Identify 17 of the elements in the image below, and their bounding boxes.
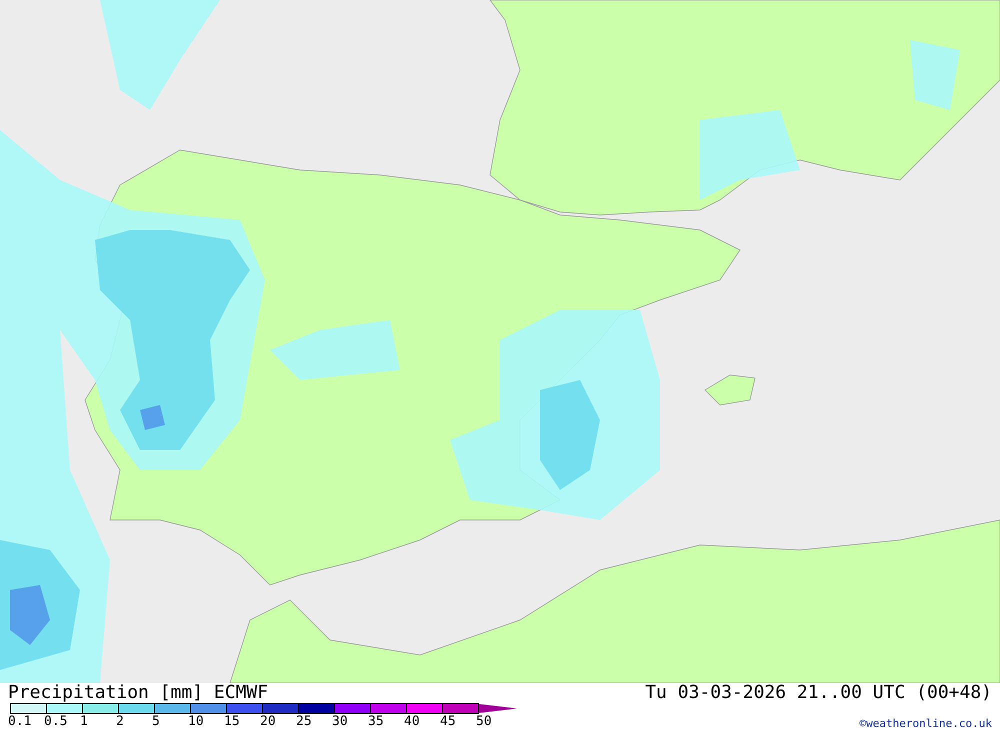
- legend-label: 30: [332, 714, 349, 729]
- legend-label: 15: [224, 714, 241, 729]
- legend-label: 10: [188, 714, 205, 729]
- legend-label: 40: [404, 714, 421, 729]
- legend-label: 50: [476, 714, 493, 729]
- valid-time: Tu 03-03-2026 21..00 UTC (00+48): [645, 683, 992, 703]
- legend-label: 35: [368, 714, 385, 729]
- map-title: Precipitation [mm] ECMWF: [8, 683, 270, 703]
- legend-label: 1: [80, 714, 89, 729]
- legend-label: 0.5: [44, 714, 68, 729]
- legend-label: 2: [116, 714, 125, 729]
- legend-label: 45: [440, 714, 457, 729]
- legend-label: 0.1: [8, 714, 32, 729]
- credit-text: ©weatheronline.co.uk: [858, 717, 992, 731]
- legend-label: 25: [296, 714, 313, 729]
- legend-label: 20: [260, 714, 277, 729]
- legend-label: 5: [152, 714, 161, 729]
